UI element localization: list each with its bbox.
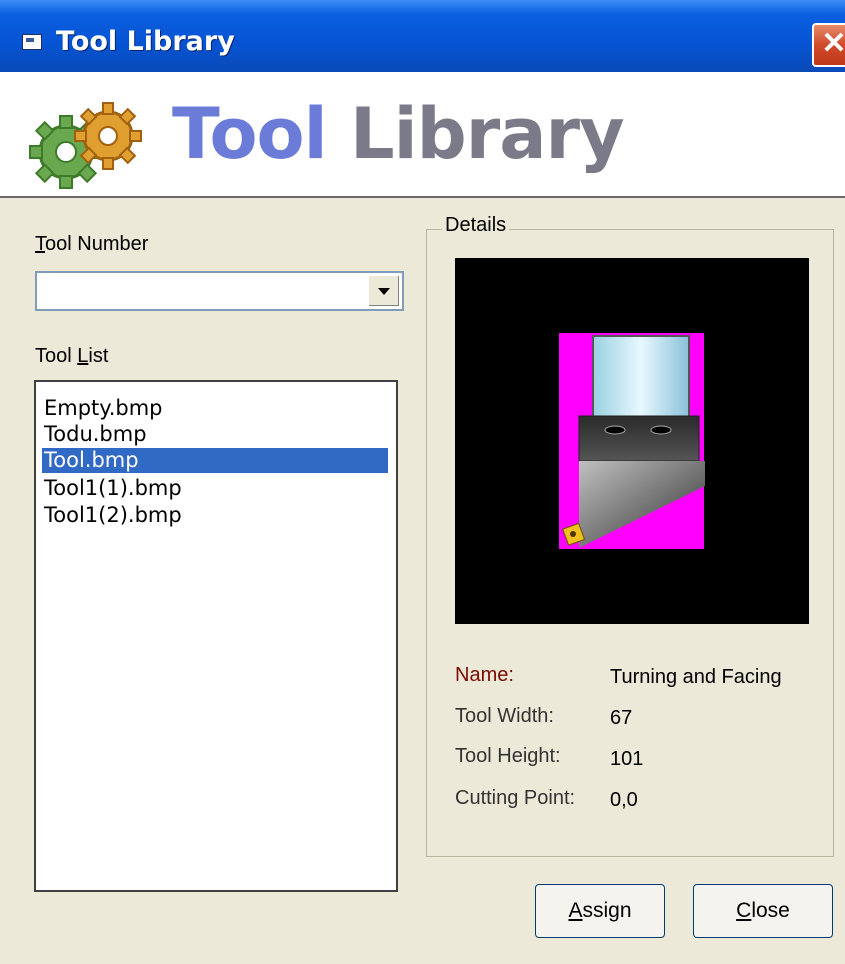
tool-number-label-text: ool Number [45, 233, 149, 255]
tool-number-label: Tool Number [35, 233, 148, 256]
tool-number-access-key: T [35, 233, 45, 255]
list-item[interactable]: Tool1(2).bmp [42, 503, 388, 528]
list-item[interactable]: Todu.bmp [42, 422, 388, 447]
tool-listbox[interactable]: Empty.bmp Todu.bmp Tool.bmp Tool1(1).bmp… [34, 380, 398, 892]
assign-label: ssign [582, 899, 632, 922]
cutting-point-value: 0,0 [610, 789, 638, 811]
tool-height-value: 101 [610, 748, 644, 770]
window-icon [22, 34, 42, 50]
tool-list-label-text: ist [88, 345, 109, 367]
banner-title: Tool Library [172, 92, 625, 176]
chevron-down-icon [378, 288, 390, 295]
assign-access-key: A [568, 899, 583, 922]
tool-preview-image [455, 258, 809, 624]
tool-list-label: Tool List [35, 345, 108, 368]
tool-width-value: 67 [610, 707, 633, 729]
tool-number-combobox[interactable] [35, 271, 404, 311]
name-label: Name: [455, 664, 514, 686]
tool-list-access-key: L [77, 345, 89, 367]
close-label: lose [751, 899, 790, 922]
name-value: Turning and Facing Tool [610, 666, 782, 688]
tool-width-label: Tool Width: [455, 705, 554, 727]
tool-height-label: Tool Height: [455, 745, 561, 767]
list-item[interactable]: Tool1(1).bmp [42, 476, 388, 501]
banner-title-part1: Tool [172, 93, 350, 175]
banner-title-part2: Library [350, 93, 625, 175]
combobox-dropdown-button[interactable] [368, 275, 400, 307]
list-item[interactable]: Empty.bmp [42, 396, 388, 421]
window-title: Tool Library [56, 26, 235, 57]
close-button[interactable]: Close [693, 884, 833, 938]
list-item-selected[interactable]: Tool.bmp [41, 447, 389, 474]
gear-icon [29, 102, 142, 189]
cutting-point-label: Cutting Point: [455, 787, 576, 809]
close-access-key: C [736, 899, 752, 922]
close-window-button[interactable]: ✕ [812, 23, 845, 67]
title-bar[interactable]: Tool Library ✕ [0, 0, 845, 72]
details-legend: Details [442, 214, 510, 237]
tool-preview-drawing [559, 333, 705, 549]
tool-library-window: Tool Library ✕ Tool Library Tool Number … [0, 0, 845, 964]
tool-list-label-prefix: Tool [35, 345, 78, 367]
assign-button[interactable]: Assign [535, 884, 665, 938]
